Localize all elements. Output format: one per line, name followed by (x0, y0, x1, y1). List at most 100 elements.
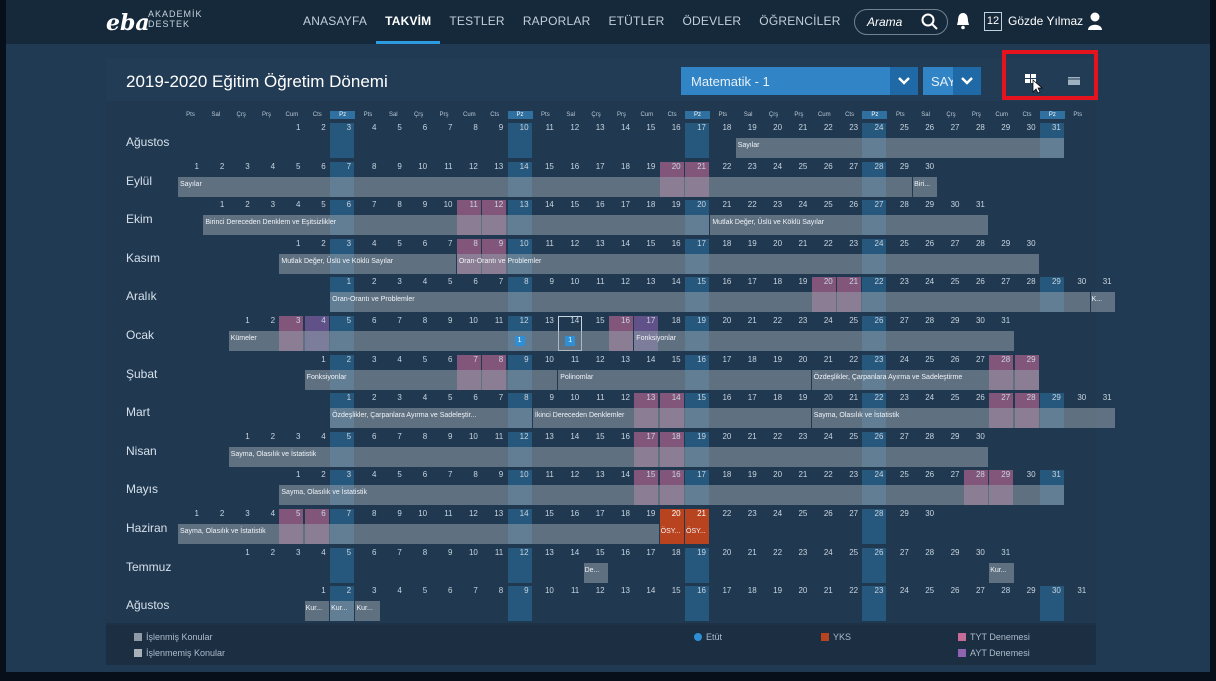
topic-bar[interactable]: Mutlak Değer, Üslü ve Köklü Sayılar (279, 253, 456, 274)
topic-bar[interactable]: Kur... (355, 601, 380, 622)
day-cell[interactable]: 2 (254, 548, 278, 583)
bell-icon[interactable] (956, 12, 970, 30)
day-cell[interactable]: 7 (381, 548, 405, 583)
day-cell[interactable]: 12 (584, 586, 608, 621)
calendar-day-badge[interactable]: 12 (984, 12, 1002, 31)
day-cell[interactable]: 17 (634, 548, 658, 583)
subject-select[interactable]: Matematik - 1 (681, 67, 918, 95)
day-cell[interactable]: 16 (660, 123, 684, 158)
day-cell[interactable]: 26 (939, 586, 963, 621)
user-name[interactable]: Gözde Yılmaz (1008, 14, 1083, 28)
topic-bar[interactable]: De... (583, 562, 608, 583)
day-cell[interactable]: 3 (330, 123, 355, 158)
day-cell[interactable]: 18 (660, 548, 684, 583)
day-cell[interactable]: 6 (432, 586, 456, 621)
day-cell[interactable]: 17 (710, 586, 734, 621)
topic-bar[interactable]: Polinomlar (558, 369, 811, 390)
topic-bar[interactable]: Sayma, Olasılık ve İstatistik (279, 485, 1065, 506)
day-cell[interactable]: 13 (533, 548, 557, 583)
day-cell[interactable]: 24 (888, 586, 912, 621)
day-cell[interactable]: 27 (837, 509, 861, 544)
topic-bar[interactable]: ÖSY... (685, 524, 710, 544)
topic-bar[interactable]: Oran-Orantı ve Problemler (330, 292, 1090, 313)
day-cell[interactable]: 8 (406, 548, 430, 583)
topic-bar[interactable]: Oran-Orantı ve Problemler (456, 253, 1039, 274)
day-cell[interactable]: 2 (305, 123, 329, 158)
day-cell[interactable]: 28 (989, 586, 1013, 621)
topic-bar[interactable]: Kur... (304, 601, 330, 622)
day-cell[interactable]: 9 (432, 548, 456, 583)
nav-item[interactable]: ETÜTLER (599, 0, 673, 44)
day-cell[interactable]: 23 (736, 509, 760, 544)
topic-bar[interactable]: Özdeşlikler, Çarpanlara Ayırma ve Sadele… (811, 369, 1039, 390)
day-cell[interactable]: 31 (1065, 586, 1089, 621)
day-cell[interactable]: 4 (355, 123, 379, 158)
day-cell[interactable]: 25 (837, 548, 861, 583)
search-icon[interactable] (921, 13, 939, 31)
day-cell[interactable]: 19 (761, 586, 785, 621)
topic-bar[interactable]: İkinci Dereceden Denklemler (532, 408, 811, 429)
day-cell[interactable]: 8 (457, 123, 481, 158)
day-cell[interactable]: 9 (507, 586, 532, 622)
topic-bar[interactable]: ÖSY... (659, 524, 684, 544)
day-cell[interactable]: 21 (736, 548, 760, 583)
day-cell[interactable]: 5 (406, 586, 430, 621)
day-cell[interactable]: 4 (381, 586, 405, 621)
day-cell[interactable]: 22 (761, 548, 785, 583)
day-cell[interactable]: 10 (533, 586, 557, 621)
topic-bar[interactable]: K... (1090, 292, 1115, 313)
day-cell[interactable]: 20 (786, 586, 810, 621)
day-cell[interactable]: 23 (862, 586, 887, 622)
day-cell[interactable]: 30 (964, 548, 988, 583)
day-cell[interactable]: 29 (888, 509, 912, 544)
topic-bar[interactable]: Mutlak Değer, Üslü ve Köklü Sayılar (710, 215, 989, 236)
day-cell[interactable]: 9 (482, 123, 506, 158)
topic-bar[interactable]: Özdeşlikler, Çarpanlara Ayırma ve Sadele… (330, 408, 532, 429)
day-cell[interactable]: 8 (482, 586, 506, 621)
day-cell[interactable]: 22 (710, 509, 734, 544)
day-cell[interactable]: 18 (736, 586, 760, 621)
topic-bar[interactable]: Kur... (330, 601, 355, 622)
day-cell[interactable]: 7 (432, 123, 456, 158)
day-cell[interactable]: 25 (786, 509, 810, 544)
nav-item[interactable]: ÖĞRENCİLER (750, 0, 849, 44)
day-cell[interactable]: 10 (507, 123, 532, 158)
day-cell[interactable]: 11 (482, 548, 506, 583)
day-cell[interactable]: 24 (761, 509, 785, 544)
day-cell[interactable]: 29 (939, 548, 963, 583)
topic-bar[interactable]: Birinci Dereceden Denklem ve Eşitsizlikl… (203, 215, 710, 236)
topic-bar[interactable]: Fonksiyonlar (634, 331, 1014, 351)
day-cell[interactable]: 6 (406, 123, 430, 158)
day-cell[interactable]: 29 (1015, 586, 1039, 621)
day-cell[interactable]: 6 (355, 548, 379, 583)
day-cell[interactable]: 26 (862, 547, 887, 583)
day-cell[interactable]: 27 (888, 548, 912, 583)
nav-item[interactable]: RAPORLAR (514, 0, 600, 44)
day-cell[interactable]: 12 (558, 123, 582, 158)
topic-bar[interactable]: Kur... (989, 562, 1014, 583)
day-cell[interactable]: 14 (634, 586, 658, 621)
day-cell[interactable]: 15 (660, 586, 684, 621)
day-cell[interactable]: 24 (812, 548, 836, 583)
nav-item[interactable]: TAKVİM (376, 0, 441, 44)
day-cell[interactable]: 28 (862, 509, 887, 544)
day-cell[interactable]: 23 (786, 548, 810, 583)
nav-item[interactable]: ÖDEVLER (674, 0, 751, 44)
day-cell[interactable]: 4 (305, 548, 329, 583)
day-cell[interactable]: 14 (609, 123, 633, 158)
day-cell[interactable]: 12 (507, 547, 532, 583)
day-cell[interactable]: 20 (710, 548, 734, 583)
day-cell[interactable]: 26 (812, 509, 836, 544)
eba-logo[interactable]: eba (106, 10, 150, 36)
track-select[interactable]: SAY (923, 67, 981, 95)
day-cell[interactable]: 18 (710, 123, 734, 158)
day-cell[interactable]: 11 (558, 586, 582, 621)
day-cell[interactable]: 5 (381, 123, 405, 158)
nav-item[interactable]: ANASAYFA (294, 0, 376, 44)
day-cell[interactable]: 1 (229, 548, 253, 583)
day-cell[interactable]: 13 (609, 586, 633, 621)
topic-bar[interactable]: Sayma, Olasılık ve İstatistik (178, 524, 659, 544)
search-box[interactable]: Arama (854, 9, 948, 35)
day-cell[interactable]: 19 (685, 547, 709, 583)
day-cell[interactable]: 27 (964, 586, 988, 621)
